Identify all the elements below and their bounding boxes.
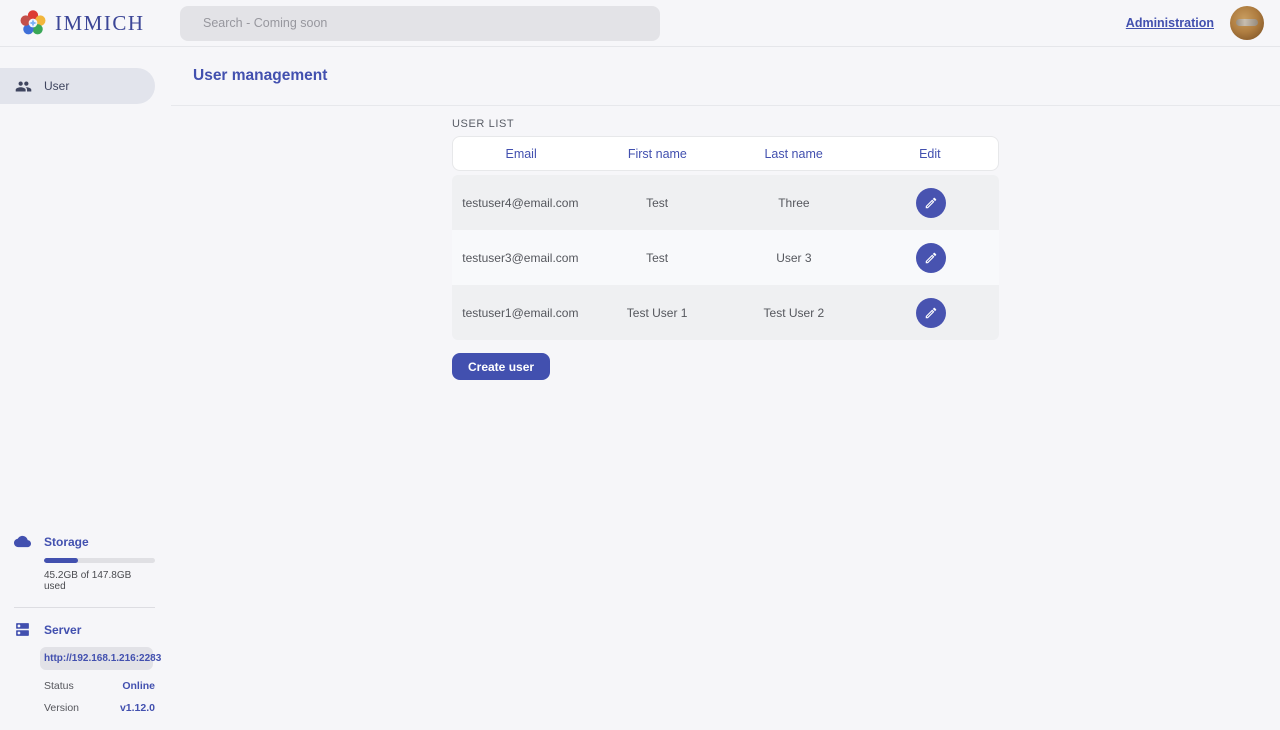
- storage-section-header: Storage: [0, 533, 155, 550]
- title-bar: User management: [171, 47, 1280, 106]
- logo-wordmark: IMMICH: [55, 11, 145, 36]
- server-url-badge: http://192.168.1.216:2283: [40, 647, 153, 670]
- cell-first-name: Test User 1: [589, 306, 726, 320]
- version-value: v1.12.0: [120, 702, 155, 714]
- table-row: testuser1@email.com Test User 1 Test Use…: [452, 285, 999, 340]
- cell-first-name: Test: [589, 251, 726, 265]
- server-status-row: Status Online: [44, 680, 155, 692]
- sidebar-bottom: Storage 45.2GB of 147.8GB used Server ht…: [0, 533, 155, 730]
- cloud-icon: [14, 533, 31, 550]
- version-label: Version: [44, 702, 79, 714]
- column-header-edit: Edit: [862, 147, 998, 161]
- user-list-label: USER LIST: [452, 118, 999, 130]
- sidebar: User Storage 45.2GB of 147.8GB used: [0, 47, 155, 730]
- table-row: testuser4@email.com Test Three: [452, 175, 999, 230]
- users-group-icon: [15, 78, 32, 95]
- column-header-first-name: First name: [589, 147, 725, 161]
- cell-last-name: User 3: [726, 251, 863, 265]
- topbar: IMMICH Administration: [0, 0, 1280, 47]
- administration-link[interactable]: Administration: [1126, 16, 1214, 30]
- server-section-header: Server: [0, 621, 155, 638]
- sidebar-item-user[interactable]: User: [0, 68, 155, 104]
- server-title: Server: [44, 623, 81, 637]
- main-panel: User management USER LIST Email First na…: [171, 47, 1280, 730]
- storage-title: Storage: [44, 535, 89, 549]
- storage-usage-text: 45.2GB of 147.8GB used: [44, 570, 155, 592]
- user-table-header: Email First name Last name Edit: [452, 136, 999, 171]
- edit-user-button[interactable]: [916, 188, 946, 218]
- status-label: Status: [44, 680, 74, 692]
- cell-last-name: Three: [726, 196, 863, 210]
- user-avatar[interactable]: [1230, 6, 1264, 40]
- pencil-icon: [924, 196, 938, 210]
- search-input[interactable]: [180, 6, 660, 41]
- page-title: User management: [193, 67, 327, 85]
- cell-email: testuser1@email.com: [452, 306, 589, 320]
- cell-last-name: Test User 2: [726, 306, 863, 320]
- user-management-content: USER LIST Email First name Last name Edi…: [452, 106, 999, 380]
- pencil-icon: [924, 251, 938, 265]
- table-row: testuser3@email.com Test User 3: [452, 230, 999, 285]
- user-table-rows: testuser4@email.com Test Three: [452, 175, 999, 340]
- storage-progress-bar: [44, 558, 155, 563]
- edit-user-button[interactable]: [916, 243, 946, 273]
- server-icon: [14, 621, 31, 638]
- server-version-row: Version v1.12.0: [44, 702, 155, 714]
- edit-user-button[interactable]: [916, 298, 946, 328]
- create-user-button[interactable]: Create user: [452, 353, 550, 380]
- column-header-last-name: Last name: [726, 147, 862, 161]
- immich-flower-icon: [20, 10, 46, 36]
- sidebar-divider: [14, 607, 155, 608]
- cell-first-name: Test: [589, 196, 726, 210]
- cell-email: testuser4@email.com: [452, 196, 589, 210]
- immich-logo: IMMICH: [0, 10, 180, 36]
- cell-email: testuser3@email.com: [452, 251, 589, 265]
- topbar-right: Administration: [1126, 6, 1280, 40]
- sidebar-item-label: User: [44, 79, 69, 93]
- storage-progress-fill: [44, 558, 78, 563]
- status-value: Online: [122, 680, 155, 692]
- column-header-email: Email: [453, 147, 589, 161]
- pencil-icon: [924, 306, 938, 320]
